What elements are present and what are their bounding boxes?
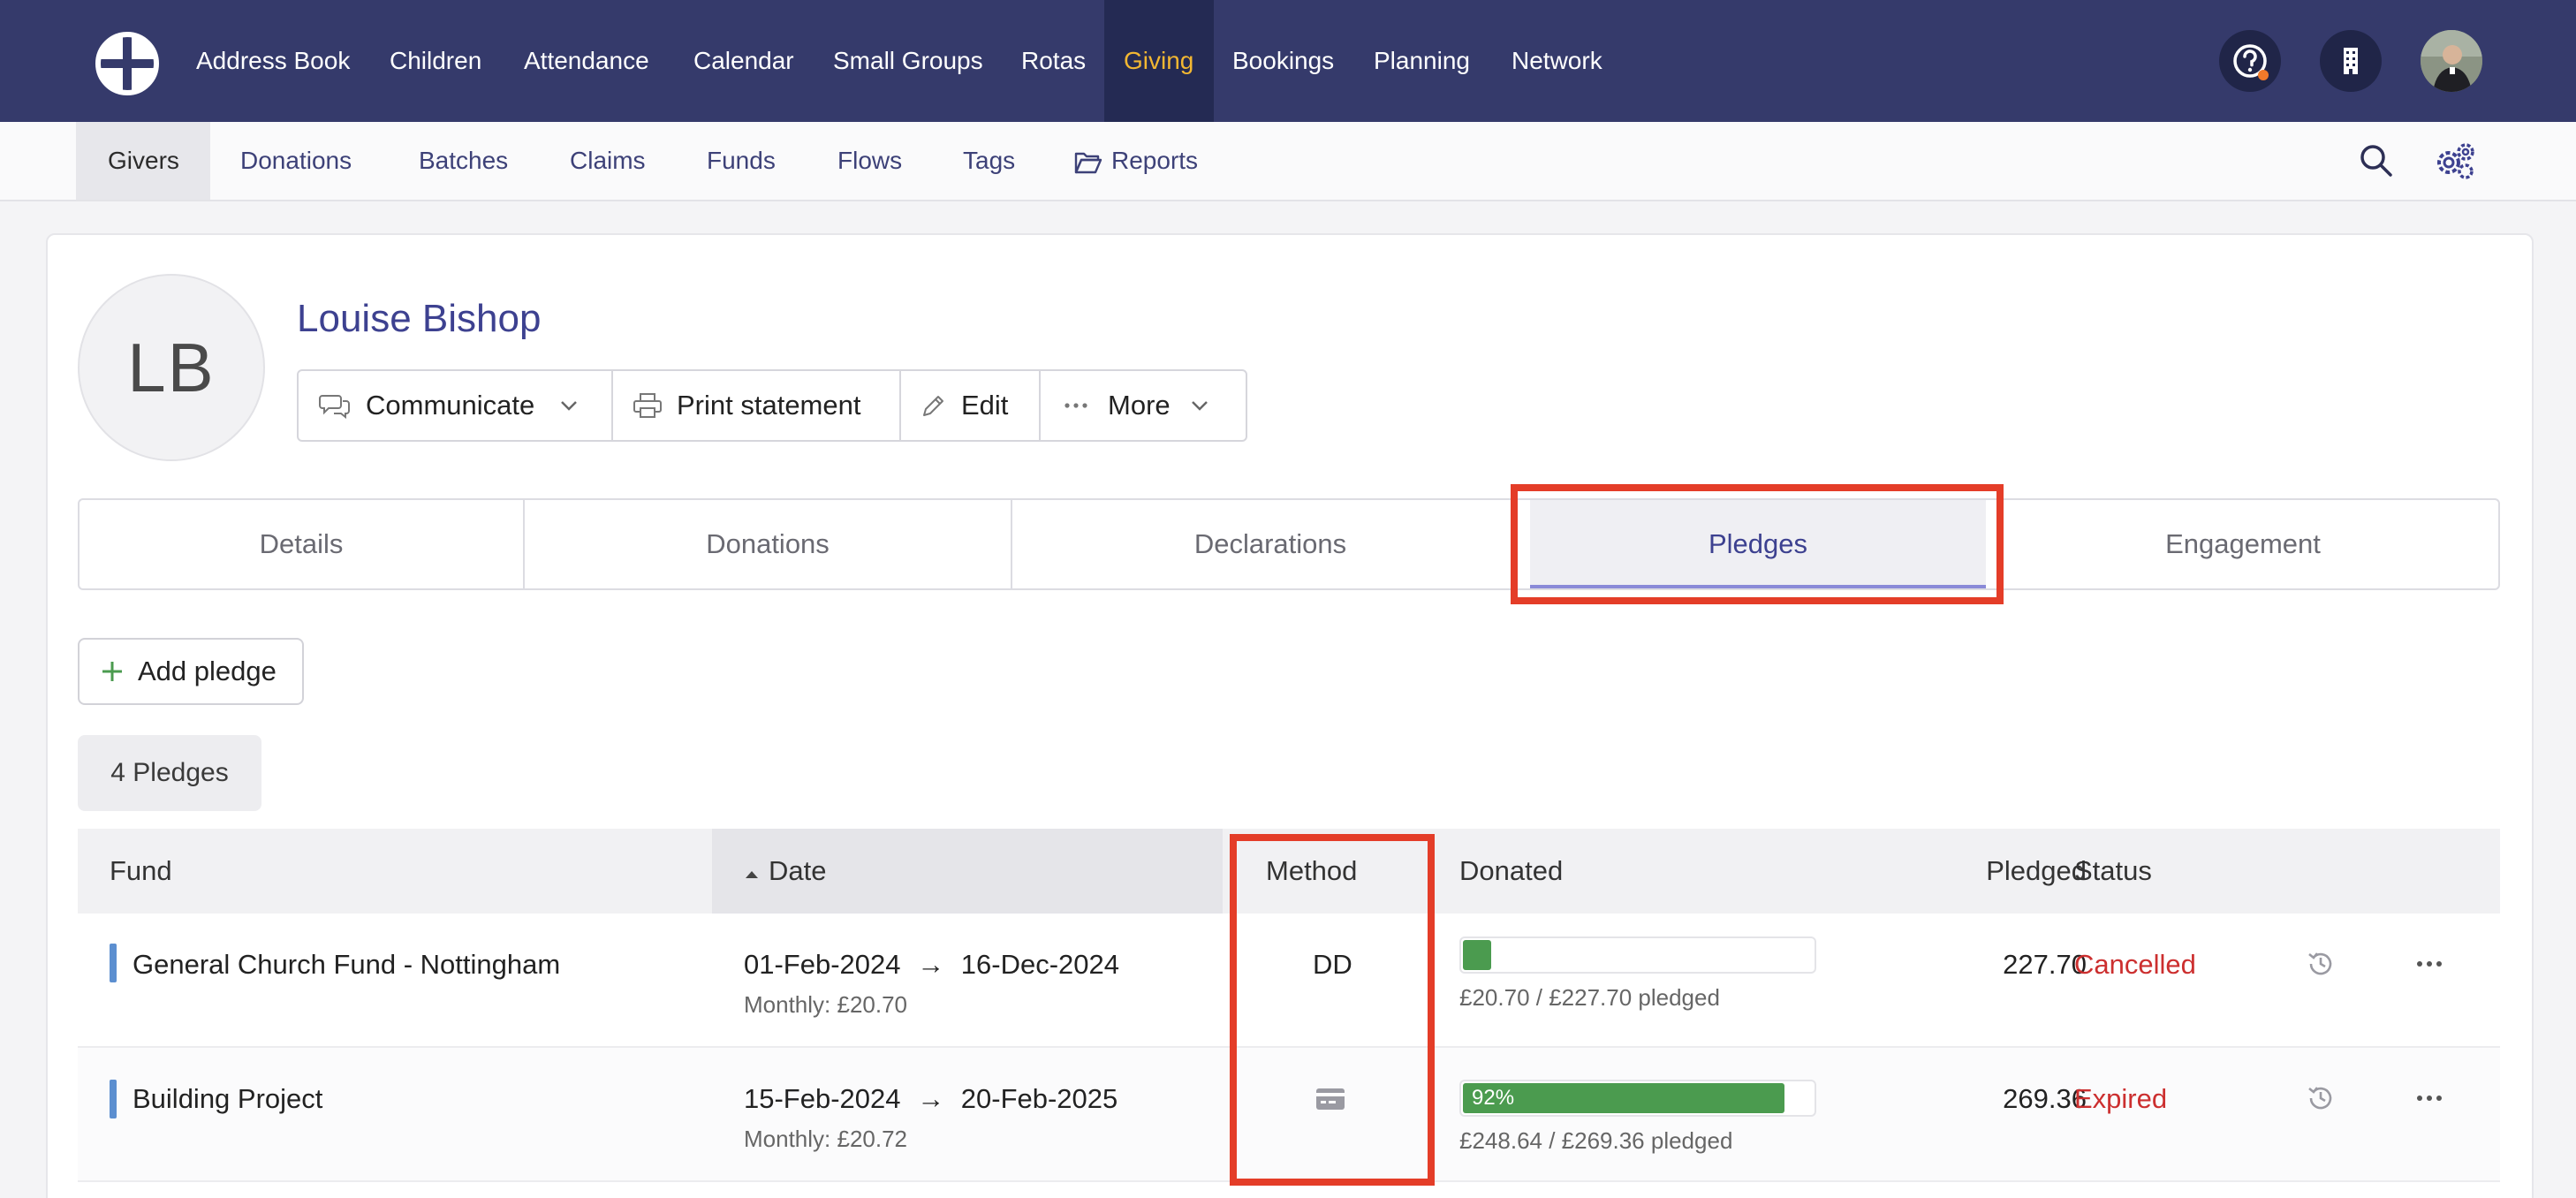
giver-name[interactable]: Louise Bishop <box>297 297 541 341</box>
pledge-count-badge: 4 Pledges <box>78 735 261 811</box>
row-menu-ellipsis-icon[interactable] <box>2415 959 2443 968</box>
donated-summary: £20.70 / £227.70 pledged <box>1459 984 1720 1011</box>
donation-progress-bar: 92% <box>1459 1080 1816 1117</box>
status-badge: Cancelled <box>2074 949 2196 980</box>
subnav-flows[interactable]: Flows <box>837 122 902 200</box>
user-avatar[interactable] <box>2421 30 2482 92</box>
chat-bubbles-icon <box>319 395 350 419</box>
nav-rotas[interactable]: Rotas <box>1021 0 1086 122</box>
fund-name[interactable]: General Church Fund - Nottingham <box>133 949 560 981</box>
pledge-date-range: 15-Feb-2024 → 20-Feb-2025 <box>744 1083 1118 1115</box>
subnav-reports-label: Reports <box>1111 147 1199 174</box>
nav-network[interactable]: Network <box>1512 0 1602 122</box>
settings-gears-icon[interactable] <box>2435 141 2477 180</box>
building-icon <box>2344 48 2358 74</box>
user-photo-icon <box>2421 30 2482 92</box>
edit-button[interactable]: Edit <box>901 371 1041 440</box>
nav-giving[interactable]: Giving <box>1104 0 1214 122</box>
nav-calendar[interactable]: Calendar <box>693 0 794 122</box>
more-label: More <box>1108 390 1171 421</box>
nav-children[interactable]: Children <box>390 0 481 122</box>
subnav-tags[interactable]: Tags <box>963 122 1015 200</box>
nav-planning[interactable]: Planning <box>1374 0 1470 122</box>
subnav-reports[interactable]: Reports <box>1074 122 1198 200</box>
column-header-status[interactable]: Status <box>2074 829 2152 914</box>
row-menu-ellipsis-icon[interactable] <box>2415 1094 2443 1103</box>
nav-bookings[interactable]: Bookings <box>1232 0 1334 122</box>
fund-name[interactable]: Building Project <box>133 1083 322 1115</box>
subnav-funds[interactable]: Funds <box>707 122 776 200</box>
chevron-down-icon <box>1191 401 1208 411</box>
more-button[interactable]: More <box>1041 371 1246 440</box>
end-date: 16-Dec-2024 <box>960 949 1119 980</box>
giver-initials-avatar: LB <box>78 274 265 461</box>
tab-declarations[interactable]: Declarations <box>1012 500 1528 588</box>
nav-attendance[interactable]: Attendance <box>524 0 649 122</box>
giver-actions: Communicate Print statement Edit More <box>297 369 1247 442</box>
help-button[interactable] <box>2219 30 2281 92</box>
nav-small-groups[interactable]: Small Groups <box>833 0 983 122</box>
folder-open-icon <box>1074 152 1102 173</box>
plus-icon <box>102 662 122 681</box>
edit-label: Edit <box>961 390 1009 421</box>
subnav-batches[interactable]: Batches <box>419 122 508 200</box>
sub-navigation: Givers Donations Batches Claims Funds Fl… <box>0 122 2576 201</box>
pledges-tab-highlight <box>1511 484 2004 604</box>
fund-color-marker <box>110 1080 117 1118</box>
sort-ascending-icon <box>746 871 758 878</box>
help-icon <box>2233 44 2269 80</box>
column-header-fund[interactable]: Fund <box>110 829 172 914</box>
app-logo-icon[interactable] <box>95 32 159 95</box>
pledge-frequency: Monthly: £20.72 <box>744 1126 908 1152</box>
subnav-givers[interactable]: Givers <box>76 122 210 200</box>
tab-donations[interactable]: Donations <box>525 500 1011 588</box>
ellipsis-icon <box>1064 403 1087 408</box>
start-date: 15-Feb-2024 <box>744 1083 901 1114</box>
history-icon[interactable] <box>2306 1083 2336 1113</box>
pledge-date-range: 01-Feb-2024 → 16-Dec-2024 <box>744 949 1119 981</box>
column-header-pledged[interactable]: Pledged <box>1910 829 2087 914</box>
pencil-icon <box>923 396 943 416</box>
giver-tabs: Details Donations Declarations Pledges E… <box>78 498 2500 590</box>
subnav-claims[interactable]: Claims <box>570 122 646 200</box>
donation-progress-bar <box>1459 936 1816 974</box>
column-header-date[interactable]: Date <box>712 829 1223 914</box>
history-icon[interactable] <box>2306 949 2336 979</box>
fund-color-marker <box>110 944 117 982</box>
print-statement-button[interactable]: Print statement <box>613 371 901 440</box>
communicate-label: Communicate <box>366 390 535 421</box>
chevron-down-icon <box>561 401 578 411</box>
pledge-frequency: Monthly: £20.70 <box>744 991 908 1018</box>
donated-summary: £248.64 / £269.36 pledged <box>1459 1127 1733 1154</box>
tab-engagement[interactable]: Engagement <box>1986 500 2500 588</box>
donation-progress-fill <box>1463 940 1491 970</box>
arrow-right-icon: → <box>917 949 945 980</box>
tab-details[interactable]: Details <box>80 500 523 588</box>
communicate-button[interactable]: Communicate <box>299 371 613 440</box>
end-date: 20-Feb-2025 <box>960 1083 1118 1114</box>
nav-address-book[interactable]: Address Book <box>196 0 350 122</box>
donation-progress-fill: 92% <box>1463 1083 1784 1113</box>
add-pledge-button[interactable]: Add pledge <box>78 638 304 705</box>
pledged-amount: 227.70 <box>2003 949 2087 980</box>
start-date: 01-Feb-2024 <box>744 949 901 980</box>
add-pledge-label: Add pledge <box>138 656 277 686</box>
column-header-donated[interactable]: Donated <box>1459 829 1563 914</box>
print-statement-label: Print statement <box>677 390 861 421</box>
organisation-button[interactable] <box>2320 30 2382 92</box>
printer-icon <box>633 393 662 418</box>
arrow-right-icon: → <box>917 1083 945 1114</box>
pledged-amount: 269.36 <box>2003 1083 2087 1114</box>
top-navigation: Address Book Children Attendance Calenda… <box>0 0 2576 122</box>
column-header-date-label: Date <box>769 855 827 886</box>
subnav-donations[interactable]: Donations <box>240 122 352 200</box>
search-icon[interactable] <box>2359 143 2394 178</box>
method-column-highlight <box>1230 834 1435 1186</box>
status-badge: Expired <box>2074 1083 2168 1114</box>
